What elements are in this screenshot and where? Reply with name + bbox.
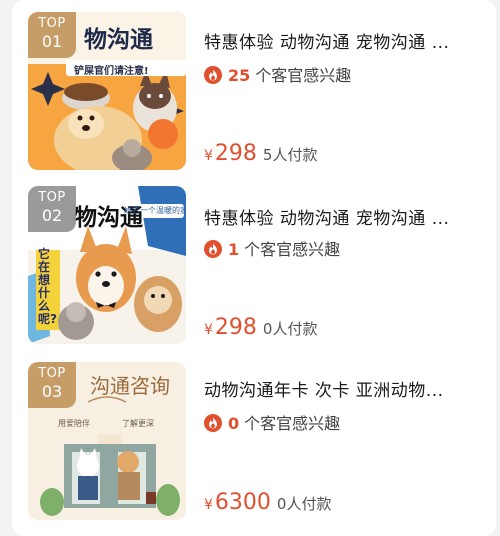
product-thumbnail[interactable]: 物沟通 给它一个温暖的家 它在想什么呢? TOP 02 bbox=[28, 186, 186, 344]
thumbnail-subtitle-text: 铲屎官们请注意! bbox=[74, 66, 149, 77]
thumbnail-subtitle-left: 用爱陪伴 bbox=[58, 419, 90, 428]
interest-line: 1 个客官感兴趣 bbox=[204, 236, 340, 260]
rank-number: 03 bbox=[41, 382, 63, 401]
product-list: 物沟通 铲屎官们请注意! TOP 01 特惠体验 动物沟通 宠物沟通 ... 2… bbox=[12, 0, 496, 536]
price-value: 6300 bbox=[214, 490, 271, 515]
rank-label: TOP bbox=[38, 366, 66, 381]
interest-line: 0 个客官感兴趣 bbox=[204, 410, 340, 434]
interest-text: 个客官感兴趣 bbox=[255, 66, 352, 85]
rank-badge: TOP 02 bbox=[28, 186, 76, 232]
price-line: ¥298 0人付款 bbox=[204, 315, 317, 340]
thumbnail-side-text: 它在想什么呢? bbox=[38, 247, 57, 326]
product-item-1[interactable]: 物沟通 铲屎官们请注意! TOP 01 特惠体验 动物沟通 宠物沟通 ... 2… bbox=[12, 0, 496, 175]
interest-text: 个客官感兴趣 bbox=[244, 414, 341, 433]
price-line: ¥298 5人付款 bbox=[204, 141, 317, 166]
rank-number: 01 bbox=[41, 32, 63, 51]
thumbnail-subtitle-text: 给它一个温暖的家 bbox=[124, 206, 186, 215]
interest-count: 0 bbox=[228, 414, 240, 433]
interest-text: 个客官感兴趣 bbox=[244, 240, 341, 259]
price-value: 298 bbox=[214, 141, 257, 166]
product-title[interactable]: 特惠体验 动物沟通 宠物沟通 ... bbox=[204, 204, 474, 229]
paid-count: 0人付款 bbox=[276, 495, 332, 513]
fire-icon bbox=[204, 414, 222, 432]
price-line: ¥6300 0人付款 bbox=[204, 490, 331, 515]
rank-badge: TOP 01 bbox=[28, 12, 76, 58]
currency-symbol: ¥ bbox=[204, 497, 213, 513]
rank-badge: TOP 03 bbox=[28, 362, 76, 408]
rank-number: 02 bbox=[41, 206, 63, 225]
rank-label: TOP bbox=[38, 190, 66, 205]
paid-count: 0人付款 bbox=[262, 320, 318, 338]
thumbnail-title-text: 物沟通 bbox=[84, 27, 153, 53]
interest-count: 1 bbox=[228, 240, 240, 259]
currency-symbol: ¥ bbox=[204, 322, 213, 338]
product-item-3[interactable]: 沟通咨询 用爱陪伴 了解更深 TOP 03 动物沟通年卡 次卡 亚洲动物... … bbox=[12, 350, 496, 525]
product-title[interactable]: 特惠体验 动物沟通 宠物沟通 ... bbox=[204, 28, 474, 53]
product-item-2[interactable]: 物沟通 给它一个温暖的家 它在想什么呢? TOP 02 特惠体验 动物沟通 宠物… bbox=[12, 174, 496, 349]
currency-symbol: ¥ bbox=[204, 148, 213, 164]
paid-count: 5人付款 bbox=[262, 146, 318, 164]
thumbnail-subtitle-right: 了解更深 bbox=[122, 419, 154, 428]
thumbnail-title-text: 沟通咨询 bbox=[90, 374, 170, 398]
product-thumbnail[interactable]: 物沟通 铲屎官们请注意! TOP 01 bbox=[28, 12, 186, 170]
rank-label: TOP bbox=[38, 16, 66, 31]
product-title[interactable]: 动物沟通年卡 次卡 亚洲动物... bbox=[204, 376, 474, 401]
interest-line: 25 个客官感兴趣 bbox=[204, 62, 351, 86]
fire-icon bbox=[204, 66, 222, 84]
interest-count: 25 bbox=[228, 66, 251, 85]
price-value: 298 bbox=[214, 315, 257, 340]
product-thumbnail[interactable]: 沟通咨询 用爱陪伴 了解更深 TOP 03 bbox=[28, 362, 186, 520]
fire-icon bbox=[204, 240, 222, 258]
